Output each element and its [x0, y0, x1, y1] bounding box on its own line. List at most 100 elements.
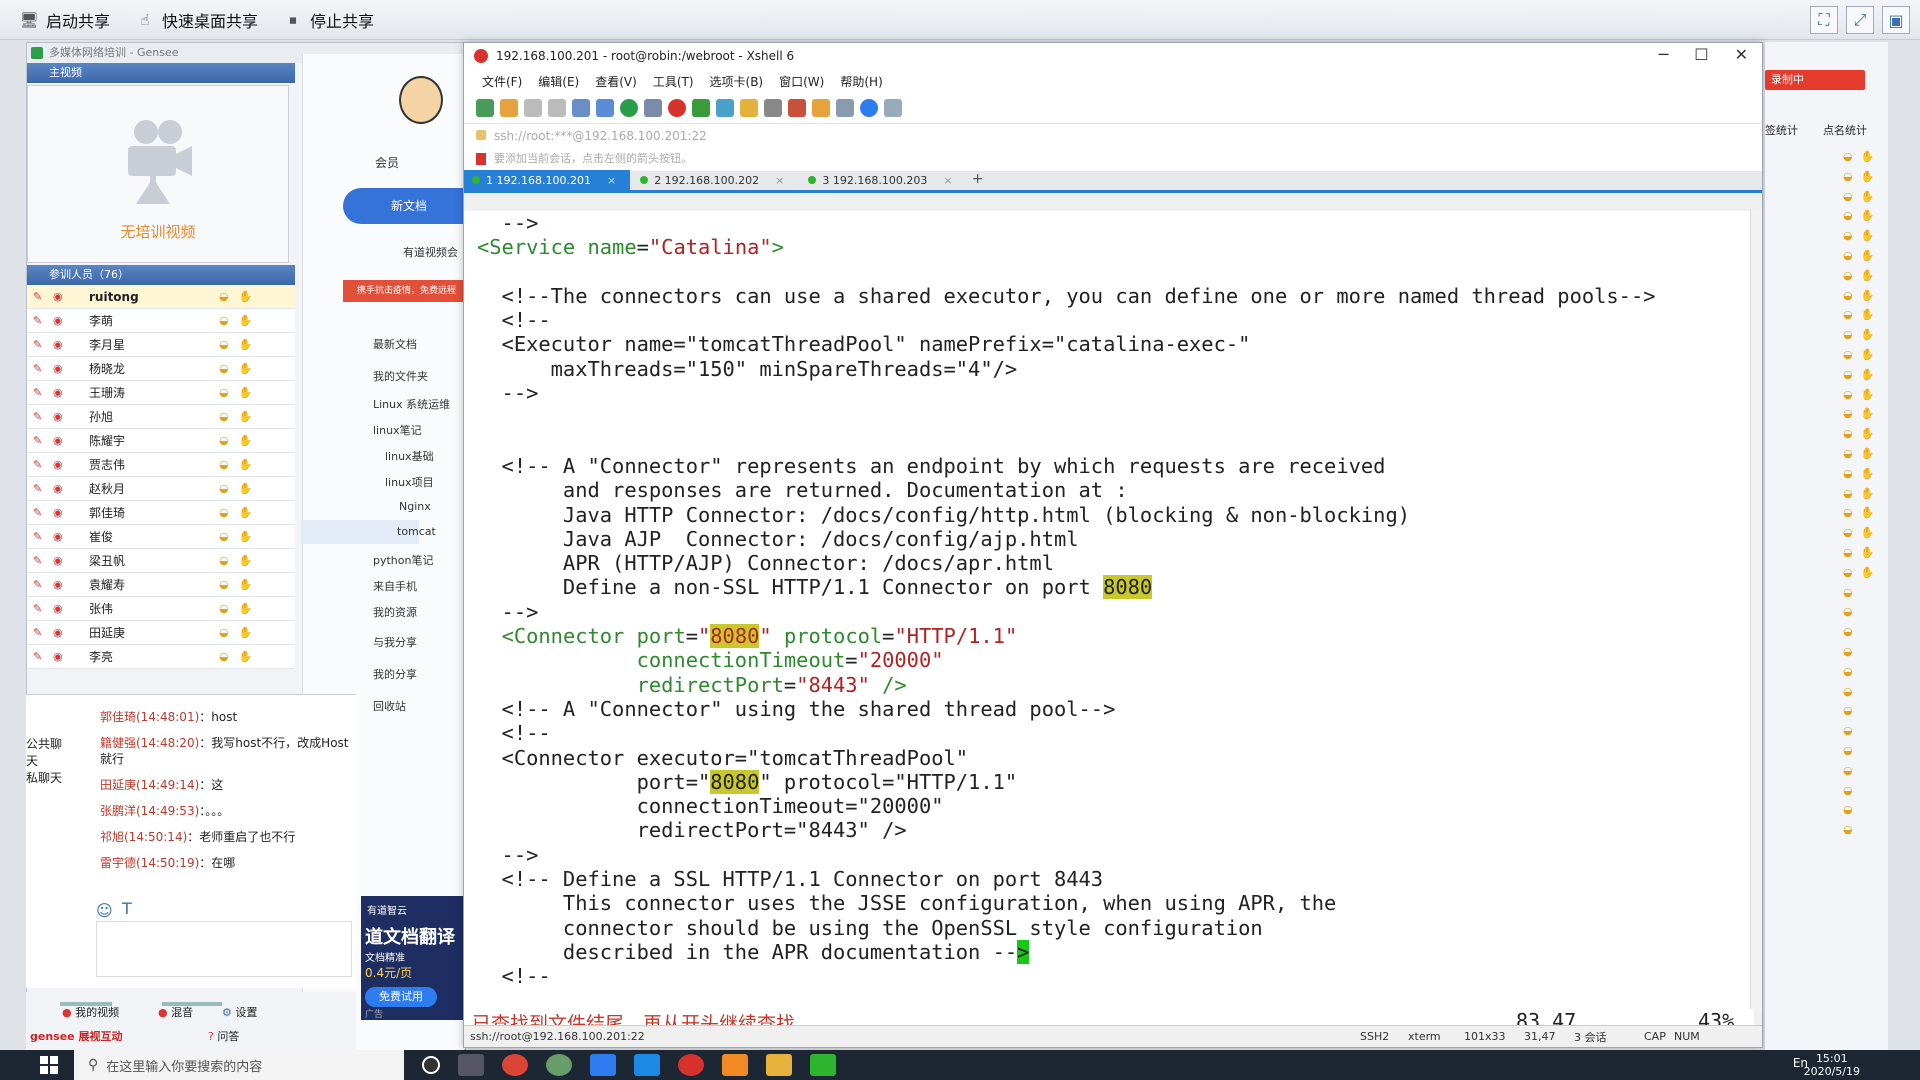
member-row[interactable]: ✎ ◉ 杨晓龙 ◒ ✋ [27, 357, 295, 381]
chat-icon[interactable] [884, 99, 902, 117]
app-icon-2[interactable] [590, 1054, 616, 1076]
new-doc-button[interactable]: 新文档 [343, 188, 467, 224]
maximize-icon[interactable]: ☐ [1694, 45, 1708, 64]
window-icon[interactable]: ▣ [1882, 6, 1910, 34]
my-shares[interactable]: 我的分享 [373, 666, 417, 682]
copy-icon[interactable] [524, 99, 542, 117]
member-row[interactable]: ✎ ◉ 崔俊 ◒ ✋ [27, 525, 295, 549]
member-row[interactable]: ✎ ◉ 田延庚 ◒ ✋ [27, 621, 295, 645]
paste-icon[interactable] [548, 99, 566, 117]
qa-button[interactable]: ? 问答 [208, 1028, 239, 1044]
folder-from-phone[interactable]: 来自手机 [373, 578, 417, 594]
tab-close-icon[interactable]: × [607, 174, 616, 187]
member-row[interactable]: ✎ ◉ 孙旭 ◒ ✋ [27, 405, 295, 429]
transfer-icon[interactable] [692, 99, 710, 117]
tab-session-1[interactable]: 1 192.168.100.201 × [464, 170, 631, 190]
script-icon[interactable] [788, 99, 806, 117]
recording-badge[interactable]: 录制中 [1765, 70, 1865, 90]
promo-banner[interactable]: 携手抗击疫情，免费远程 [343, 280, 467, 302]
tab-session-3[interactable]: 3 192.168.100.203 × [800, 170, 966, 190]
menu-item[interactable]: 工具(T) [653, 73, 694, 90]
taskbar-search[interactable]: ⚲ 在这里输入你要搜索的内容 [74, 1050, 404, 1080]
compose-icon[interactable] [812, 99, 830, 117]
clock[interactable]: 15:01 2020/5/19 [1804, 1052, 1860, 1078]
member-row[interactable]: ✎ ◉ 袁耀寿 ◒ ✋ [27, 573, 295, 597]
new-session-icon[interactable] [476, 99, 494, 117]
task-view-icon[interactable] [458, 1054, 484, 1076]
app-icon-5[interactable] [810, 1054, 836, 1076]
chrome-icon[interactable] [502, 1054, 528, 1076]
app-icon-3[interactable] [634, 1054, 660, 1076]
lock-icon[interactable] [740, 99, 758, 117]
file-explorer-icon[interactable] [766, 1054, 792, 1076]
folder-linux-basics[interactable]: linux基础 [385, 448, 434, 464]
member-row[interactable]: ✎ ◉ ruitong ◒ ✋ [27, 285, 295, 309]
my-resources[interactable]: 我的资源 [373, 604, 417, 620]
member-row[interactable]: ✎ ◉ 陈耀宇 ◒ ✋ [27, 429, 295, 453]
start-share-button[interactable]: 🖥 启动共享 [12, 5, 116, 35]
member-row[interactable]: ✎ ◉ 赵秋月 ◒ ✋ [27, 477, 295, 501]
member-row[interactable]: ✎ ◉ 李萌 ◒ ✋ [27, 309, 295, 333]
folder-nginx[interactable]: Nginx [399, 500, 431, 513]
newest-docs[interactable]: 最新文档 [373, 336, 417, 352]
menu-item[interactable]: 帮助(H) [840, 73, 882, 90]
terminal-scrollbar[interactable] [1750, 209, 1762, 1011]
menu-item[interactable]: 窗口(W) [779, 73, 824, 90]
avatar[interactable] [399, 76, 443, 124]
mix-button[interactable]: ● 混音 [158, 1004, 193, 1020]
ad-banner[interactable]: 有道智云 道文档翻译 文档精准 0.4元/页 免费试用 广告 [361, 896, 467, 1020]
xftp-icon[interactable] [668, 99, 686, 117]
tab-close-icon[interactable]: × [775, 174, 784, 187]
open-folder-icon[interactable] [500, 99, 518, 117]
fullscreen-toggle-icon[interactable] [716, 99, 734, 117]
keyboard-icon[interactable] [764, 99, 782, 117]
chat-tab-private[interactable]: 私聊天 [26, 769, 72, 786]
windows-start-icon[interactable] [40, 1056, 58, 1074]
member-row[interactable]: ✎ ◉ 李月星 ◒ ✋ [27, 333, 295, 357]
menu-item[interactable]: 选项卡(B) [710, 73, 764, 90]
folder-linux-ops[interactable]: Linux 系统运维 [373, 396, 450, 412]
print-icon[interactable] [596, 99, 614, 117]
globe-icon[interactable] [620, 99, 638, 117]
menu-item[interactable]: 查看(V) [595, 73, 637, 90]
quick-desktop-share-button[interactable]: ☝ 快速桌面共享 [128, 5, 264, 35]
find-icon[interactable] [572, 99, 590, 117]
member-row[interactable]: ✎ ◉ 王珊涛 ◒ ✋ [27, 381, 295, 405]
layout-icon[interactable] [836, 99, 854, 117]
my-video-button[interactable]: ● 我的视频 [62, 1004, 119, 1020]
member-row[interactable]: ✎ ◉ 郭佳琦 ◒ ✋ [27, 501, 295, 525]
settings-button[interactable]: ⚙ 设置 [222, 1004, 257, 1020]
minimize-icon[interactable]: ─ [1659, 45, 1669, 64]
app-icon-4[interactable] [722, 1054, 748, 1076]
expand-icon[interactable]: ⤢ [1846, 6, 1874, 34]
cortana-icon[interactable] [422, 1056, 440, 1074]
free-trial-button[interactable]: 免费试用 [365, 987, 437, 1007]
chat-tab-public[interactable]: 公共聊天 [26, 735, 72, 769]
app-icon-1[interactable] [546, 1054, 572, 1076]
tab-session-2[interactable]: 2 192.168.100.202 × [632, 170, 798, 190]
rollcall-stat-link[interactable]: 点名统计 [1823, 122, 1867, 138]
xshell-taskbar-icon[interactable] [678, 1054, 704, 1076]
address-bar[interactable]: ssh://root:***@192.168.100.201:22 [464, 123, 1762, 147]
member-row[interactable]: ✎ ◉ 梁丑帆 ◒ ✋ [27, 549, 295, 573]
recycle-bin[interactable]: 回收站 [373, 698, 406, 714]
folder-python-notes[interactable]: python笔记 [373, 552, 433, 568]
shared-with-me[interactable]: 与我分享 [373, 634, 417, 650]
add-tab-icon[interactable]: + [969, 170, 987, 190]
emoji-icon[interactable]: ☺ [96, 901, 113, 920]
chat-input[interactable] [96, 921, 352, 977]
menu-item[interactable]: 文件(F) [482, 73, 522, 90]
tab-close-icon[interactable]: × [943, 174, 952, 187]
member-label[interactable]: 会员 [375, 154, 399, 171]
sign-stat-link[interactable]: 签统计 [1765, 122, 1798, 138]
text-format-icon[interactable]: T [122, 899, 132, 918]
menu-item[interactable]: 编辑(E) [538, 73, 579, 90]
font-icon[interactable] [644, 99, 662, 117]
close-icon[interactable]: ✕ [1735, 45, 1748, 64]
member-row[interactable]: ✎ ◉ 李亮 ◒ ✋ [27, 645, 295, 669]
folder-linux-notes[interactable]: linux笔记 [373, 422, 422, 438]
folder-linux-projects[interactable]: linux项目 [385, 474, 434, 490]
member-row[interactable]: ✎ ◉ 贾志伟 ◒ ✋ [27, 453, 295, 477]
language-indicator[interactable]: En [1793, 1056, 1808, 1070]
terminal-content[interactable]: --> <Service name="Catalina"> <!--The con… [464, 211, 1754, 1009]
